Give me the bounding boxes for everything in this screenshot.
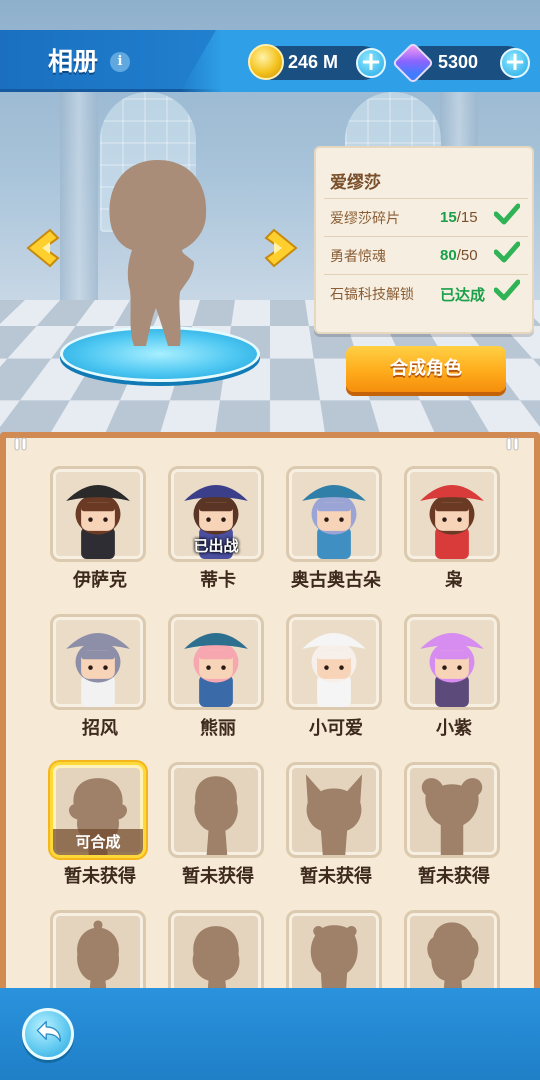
character-name-label: 招风: [82, 718, 118, 739]
character-card[interactable]: 熊丽: [162, 610, 266, 750]
character-card[interactable]: 小紫: [398, 610, 502, 750]
pin-icon: [506, 437, 519, 451]
character-card[interactable]: 小可爱: [280, 610, 384, 750]
gem-value: 5300: [438, 52, 479, 72]
requirement-row: 石镐科技解锁 已达成: [324, 274, 528, 310]
character-name-label: 小紫: [436, 718, 472, 739]
character-name-label: 暂未获得: [182, 866, 254, 887]
character-portrait-art: [302, 484, 366, 559]
character-silhouette-icon: [421, 778, 483, 855]
coin-value: 246 M: [288, 52, 339, 72]
character-silhouette-icon: [310, 925, 358, 988]
character-portrait-art: [302, 632, 366, 707]
character-portrait: [50, 614, 146, 710]
locked-character-portrait: [168, 762, 264, 858]
check-icon: [494, 203, 520, 225]
character-name-label: 暂未获得: [300, 866, 372, 887]
character-portrait: [404, 614, 500, 710]
character-card[interactable]: [398, 906, 502, 988]
craftable-badge: 可合成: [53, 829, 143, 855]
requirement-progress: 15/15: [440, 209, 478, 226]
locked-character-portrait: [50, 910, 146, 988]
character-portrait-art: [420, 484, 484, 559]
chevron-left-icon[interactable]: [20, 226, 64, 270]
character-name-label: 小可爱: [309, 718, 363, 739]
character-card[interactable]: [44, 906, 148, 988]
character-card[interactable]: 招风: [44, 610, 148, 750]
character-portrait: [286, 614, 382, 710]
character-card[interactable]: 奥古奥古朵: [280, 462, 384, 602]
page-title: 相册: [48, 47, 99, 76]
character-name-label: 伊萨克: [73, 570, 127, 591]
requirement-row: 勇者惊魂 80/50: [324, 236, 528, 272]
character-card[interactable]: 伊萨克: [44, 462, 148, 602]
character-portrait: [168, 614, 264, 710]
character-name-label: 奥古奥古朵: [291, 570, 381, 591]
back-button[interactable]: [22, 1008, 74, 1060]
character-name-label: 熊丽: [200, 718, 236, 739]
info-icon[interactable]: i: [110, 52, 130, 72]
locked-character-portrait: [168, 910, 264, 988]
character-card[interactable]: 暂未获得: [398, 758, 502, 898]
check-icon: [494, 279, 520, 301]
pin-icon: [14, 437, 27, 451]
synthesize-character-button[interactable]: 合成角色: [346, 346, 506, 392]
character-name: 爱缪莎: [330, 173, 381, 193]
character-name-label: 暂未获得: [64, 866, 136, 887]
requirement-label: 爱缪莎碎片: [330, 211, 400, 227]
character-portrait-art: [420, 632, 484, 707]
character-silhouette-icon: [427, 922, 479, 988]
character-portrait-art: [66, 484, 130, 559]
character-silhouette: [109, 160, 207, 346]
character-card[interactable]: [280, 906, 384, 988]
character-portrait-art: [184, 632, 248, 707]
back-arrow-icon: [36, 1020, 62, 1042]
check-icon: [494, 241, 520, 263]
character-name-label: 蒂卡: [200, 570, 236, 591]
requirement-row: 爱缪莎碎片 15/15: [324, 198, 528, 234]
chevron-right-icon[interactable]: [260, 226, 304, 270]
add-gems-plus-icon[interactable]: +: [500, 48, 530, 78]
character-info-card: 爱缪莎 爱缪莎碎片 15/15 勇者惊魂 80/50 石镐科技解锁 已达成: [314, 146, 534, 334]
requirement-label: 石镐科技解锁: [330, 287, 414, 303]
bottom-bar: [0, 988, 540, 1080]
character-card[interactable]: 暂未获得: [280, 758, 384, 898]
locked-character-portrait: 可合成: [50, 762, 146, 858]
character-portrait: 已出战: [168, 466, 264, 562]
character-card[interactable]: [162, 906, 266, 988]
character-silhouette-icon: [77, 920, 119, 988]
character-name-label: 枭: [445, 570, 463, 591]
requirement-progress: 已达成: [440, 287, 486, 304]
gem-counter: 5300 +: [391, 41, 530, 85]
requirement-progress: 80/50: [440, 247, 478, 264]
character-card[interactable]: 暂未获得: [162, 758, 266, 898]
character-portrait-art: [66, 632, 130, 707]
locked-character-portrait: [286, 910, 382, 988]
locked-character-portrait: [404, 762, 500, 858]
requirement-label: 勇者惊魂: [330, 249, 386, 265]
coin-icon: [248, 44, 284, 80]
character-name-label: 暂未获得: [418, 866, 490, 887]
character-portrait: [404, 466, 500, 562]
character-card[interactable]: 可合成 暂未获得: [44, 758, 148, 898]
roster-panel: 伊萨克 已出战 蒂卡 奥古奥古朵 枭 招风 熊丽 小可爱 小紫 可合成 暂未获得…: [0, 432, 540, 988]
character-card[interactable]: 已出战 蒂卡: [162, 462, 266, 602]
coin-counter: 246 M +: [248, 44, 386, 80]
character-silhouette-icon: [305, 774, 363, 855]
character-card[interactable]: 枭: [398, 462, 502, 602]
deployed-badge: 已出战: [193, 537, 239, 555]
character-silhouette-icon: [194, 776, 238, 855]
locked-character-portrait: [286, 762, 382, 858]
add-coins-plus-icon[interactable]: +: [356, 48, 386, 78]
character-portrait: [50, 466, 146, 562]
background-pillar: [60, 60, 98, 300]
character-silhouette-icon: [192, 926, 240, 988]
locked-character-portrait: [404, 910, 500, 988]
character-portrait: [286, 466, 382, 562]
